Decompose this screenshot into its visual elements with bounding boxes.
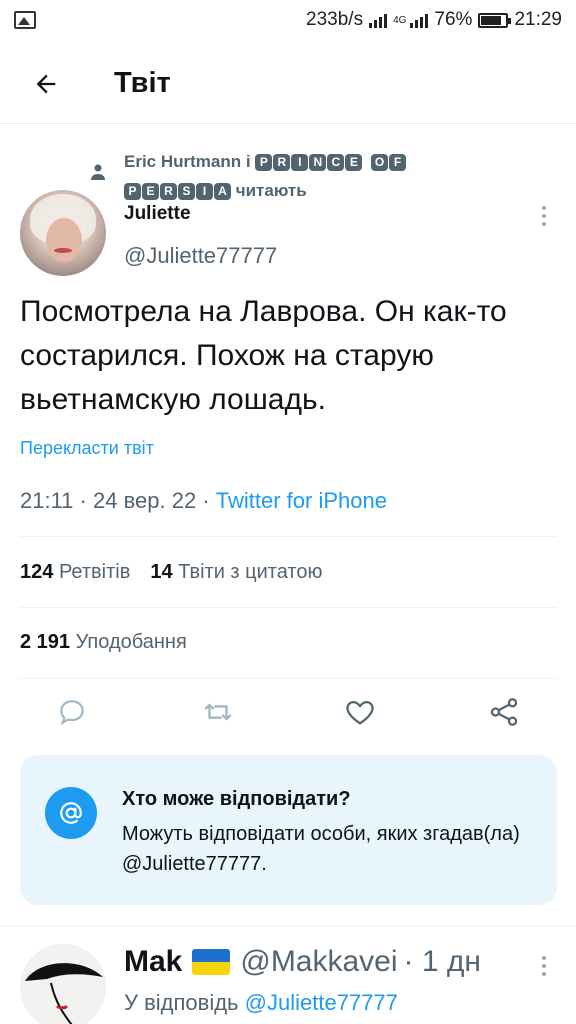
network-type: 4G [393,14,407,26]
status-bar: 233b/s 4G 76% 21:29 [0,0,576,40]
back-button[interactable] [16,54,76,114]
boxed-letter: I [291,154,309,172]
retweets-stat[interactable]: 124 Ретвітів [20,561,130,584]
network-speed: 233b/s [306,9,364,30]
retweet-button[interactable] [198,692,238,732]
meta-separator: · [202,488,216,513]
boxed-letter: I [196,183,213,201]
share-button[interactable] [484,692,524,732]
social-context-suffix: читають [235,181,307,200]
boxed-word-prince: P R I N C E [255,154,363,172]
boxed-word-of: O F [371,154,407,172]
reply-author-name[interactable]: Mak [124,945,182,979]
reply-author: Mak @Makkavei · 1 дн [124,945,481,979]
reply-button[interactable] [52,692,92,732]
likes-stat[interactable]: 2 191 Уподобання [20,631,187,654]
divider [20,536,557,537]
reply-icon [60,700,84,726]
like-stats: 2 191 Уподобання [20,631,187,654]
boxed-word-persia: P E R S I A [124,183,231,201]
tweet-source[interactable]: Twitter for iPhone [216,488,387,513]
battery-icon [478,12,512,28]
boxed-letter: R [273,154,291,172]
tweet-time: 21:11 [20,488,74,513]
reply-restriction-body: Можуть відповідати особи, яких згадав(ла… [122,823,520,875]
boxed-letter: P [255,154,273,172]
boxed-letter: A [214,183,231,201]
divider [0,925,576,926]
boxed-letter: S [178,183,195,201]
reply-time-ago: · 1 дн [403,945,481,978]
reply-restriction-title: Хто може відповідати? [122,788,351,810]
social-context-text: Eric Hurtmann і P R I N C E O F P E R S … [124,147,407,205]
gallery-icon [14,11,36,29]
retweet-icon [204,703,232,721]
tweet-meta: 21:11 · 24 вер. 22 · Twitter for iPhone [20,488,387,514]
reply-to-line: У відповідь @Juliette77777 [124,990,398,1016]
boxed-letter: O [371,154,389,172]
like-icon [346,700,374,725]
action-bar [0,692,576,744]
boxed-letter: F [389,154,407,172]
quotes-count: 14 [150,561,173,583]
social-context-name[interactable]: Eric Hurtmann і [124,152,251,171]
reply-avatar[interactable] [20,944,106,1024]
reply-author-handle[interactable]: @Makkavei [240,945,397,979]
at-sign-icon [45,787,97,839]
more-options-icon[interactable] [542,206,548,226]
tweet-text: Посмотрела на Лаврова. Он как-то состари… [20,295,507,416]
signal-icon [369,12,388,28]
quotes-label: Твіти з цитатою [178,561,323,583]
boxed-letter: E [142,183,159,201]
reply-more-options-icon[interactable] [542,956,548,976]
quotes-stat[interactable]: 14 Твіти з цитатою [150,561,322,584]
retweet-stats: 124 Ретвітів 14 Твіти з цитатою [20,561,322,584]
boxed-letter: C [327,154,345,172]
meta-separator: · [79,488,93,513]
likes-label: Уподобання [75,631,187,653]
arrow-left-icon [36,74,56,93]
reply-to-label: У відповідь [124,990,239,1015]
battery-percent: 76% [434,9,473,30]
divider [20,678,557,679]
clock: 21:29 [514,9,562,30]
author-handle[interactable]: @Juliette77777 [124,243,277,269]
reply-to-mention[interactable]: @Juliette77777 [245,990,398,1015]
reply-restriction-card: Хто може відповідати? Можуть відповідати… [20,755,557,905]
author-avatar[interactable] [20,190,106,276]
translate-tweet-link[interactable]: Перекласти твіт [20,438,154,459]
share-icon [490,698,518,726]
boxed-letter: R [160,183,177,201]
author-info: Juliette @Juliette77777 [124,203,277,268]
tweet-date: 24 вер. 22 [93,488,197,513]
ukraine-flag-icon [192,949,231,975]
person-icon [91,164,105,180]
retweets-label: Ретвітів [58,561,131,583]
social-context: Eric Hurtmann і P R I N C E O F P E R S … [90,147,490,205]
boxed-letter: P [124,183,141,201]
boxed-letter: N [309,154,327,172]
app-header: Твіт [0,44,576,124]
like-button[interactable] [340,692,380,732]
page-title: Твіт [114,67,171,99]
divider [20,607,557,608]
author-name[interactable]: Juliette [124,203,191,225]
boxed-letter: E [345,154,363,172]
signal-4g-icon [410,12,429,28]
retweets-count: 124 [20,561,54,583]
likes-count: 2 191 [20,631,71,653]
